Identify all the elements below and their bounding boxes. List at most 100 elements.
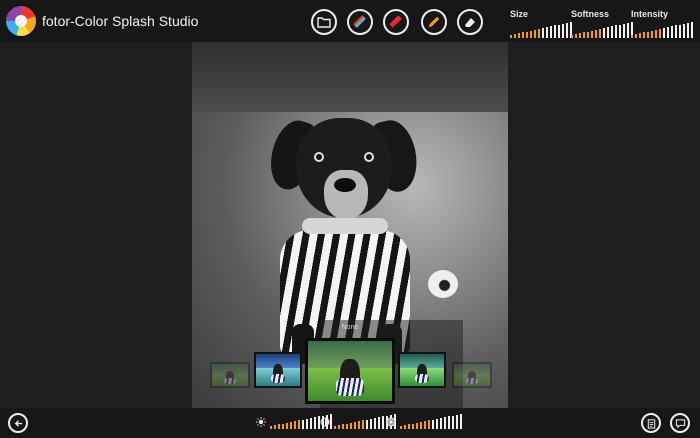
level-bar: [278, 424, 280, 429]
level-bar: [587, 32, 589, 38]
level-bar: [631, 35, 633, 38]
red-brush-icon: [389, 15, 402, 28]
level-bar: [611, 26, 613, 38]
level-bar: [370, 419, 372, 429]
level-bar: [290, 422, 292, 429]
level-bar: [342, 424, 344, 429]
level-bar: [408, 424, 410, 429]
level-bar: [270, 426, 272, 429]
level-bar: [420, 422, 422, 429]
level-bar: [663, 28, 665, 38]
app-window: fotor-Color Splash Studio Size Softness …: [0, 0, 700, 438]
intensity-slider-bars[interactable]: [631, 22, 693, 38]
level-bar: [623, 24, 625, 38]
level-bar: [302, 420, 304, 429]
back-arrow-icon: [14, 419, 22, 427]
level-bar: [538, 29, 540, 38]
level-bar: [554, 25, 556, 38]
level-bar: [679, 25, 681, 38]
level-bar: [619, 25, 621, 38]
filter-strip: None: [208, 320, 500, 408]
level-bar: [404, 425, 406, 429]
filter-thumb-original[interactable]: [305, 338, 395, 404]
level-bar: [671, 26, 673, 38]
level-bar: [583, 32, 585, 38]
pencil-button[interactable]: [421, 9, 447, 35]
level-bar: [542, 28, 544, 38]
brightness-icon: [256, 416, 266, 427]
level-bar: [286, 423, 288, 429]
level-bar: [416, 423, 418, 429]
level-bar: [436, 419, 438, 429]
saturation-icon: [386, 417, 396, 426]
level-bar: [510, 35, 512, 38]
level-bar: [274, 425, 276, 429]
level-bar: [603, 28, 605, 38]
level-bar: [575, 34, 577, 38]
level-bar: [546, 27, 548, 38]
clipboard-button[interactable]: [641, 413, 661, 433]
back-button[interactable]: [8, 413, 28, 433]
level-bar: [691, 22, 693, 38]
level-bar: [599, 29, 601, 38]
filter-thumb-teal[interactable]: [398, 352, 446, 388]
level-bar: [655, 30, 657, 38]
level-bar: [647, 32, 649, 38]
level-bar: [412, 424, 414, 429]
level-bar: [306, 419, 308, 429]
intensity-slider[interactable]: Intensity: [631, 9, 693, 38]
level-bar: [675, 25, 677, 38]
level-bar: [687, 23, 689, 38]
level-bar: [566, 23, 568, 38]
filter-thumb-faded-left[interactable]: [210, 362, 250, 388]
level-bar: [683, 24, 685, 38]
level-bar: [651, 31, 653, 38]
level-bar: [428, 420, 430, 429]
contrast-adjuster[interactable]: [320, 414, 396, 429]
level-bar: [362, 420, 364, 429]
level-bar: [378, 417, 380, 429]
filter-thumb-blue[interactable]: [254, 352, 302, 388]
contrast-icon: [320, 417, 330, 426]
color-brush-button[interactable]: [347, 9, 373, 35]
size-slider-bars[interactable]: [510, 22, 572, 38]
level-bar: [550, 26, 552, 38]
eraser-button[interactable]: [457, 9, 483, 35]
level-bar: [595, 30, 597, 38]
level-bar: [440, 418, 442, 429]
level-bar: [382, 416, 384, 429]
level-bar: [456, 415, 458, 429]
level-bar: [571, 35, 573, 38]
softness-slider-bars[interactable]: [571, 22, 633, 38]
app-title: fotor-Color Splash Studio: [42, 13, 199, 29]
level-bar: [452, 416, 454, 429]
level-bar: [627, 23, 629, 38]
filter-selected-label: None: [341, 324, 359, 331]
level-bar: [591, 31, 593, 38]
size-slider[interactable]: Size: [510, 9, 572, 38]
filter-thumb-faded-right[interactable]: [452, 362, 492, 388]
level-bar: [635, 34, 637, 38]
message-button[interactable]: [670, 413, 690, 433]
red-brush-button[interactable]: [383, 9, 409, 35]
color-brush-icon: [353, 15, 366, 28]
open-folder-icon: [317, 17, 331, 28]
level-bar: [374, 418, 376, 429]
level-bar: [448, 416, 450, 429]
saturation-bars[interactable]: [400, 414, 462, 429]
level-bar: [530, 31, 532, 38]
saturation-adjuster[interactable]: [386, 414, 462, 429]
level-bar: [444, 417, 446, 429]
level-bar: [659, 29, 661, 38]
level-bar: [358, 421, 360, 429]
level-bar: [282, 424, 284, 429]
level-bar: [298, 420, 300, 429]
open-folder-button[interactable]: [311, 9, 337, 35]
intensity-slider-label: Intensity: [631, 9, 669, 19]
softness-slider[interactable]: Softness: [571, 9, 633, 38]
level-bar: [514, 34, 516, 38]
level-bar: [424, 421, 426, 429]
size-slider-label: Size: [510, 9, 529, 19]
level-bar: [562, 24, 564, 38]
level-bar: [615, 25, 617, 38]
